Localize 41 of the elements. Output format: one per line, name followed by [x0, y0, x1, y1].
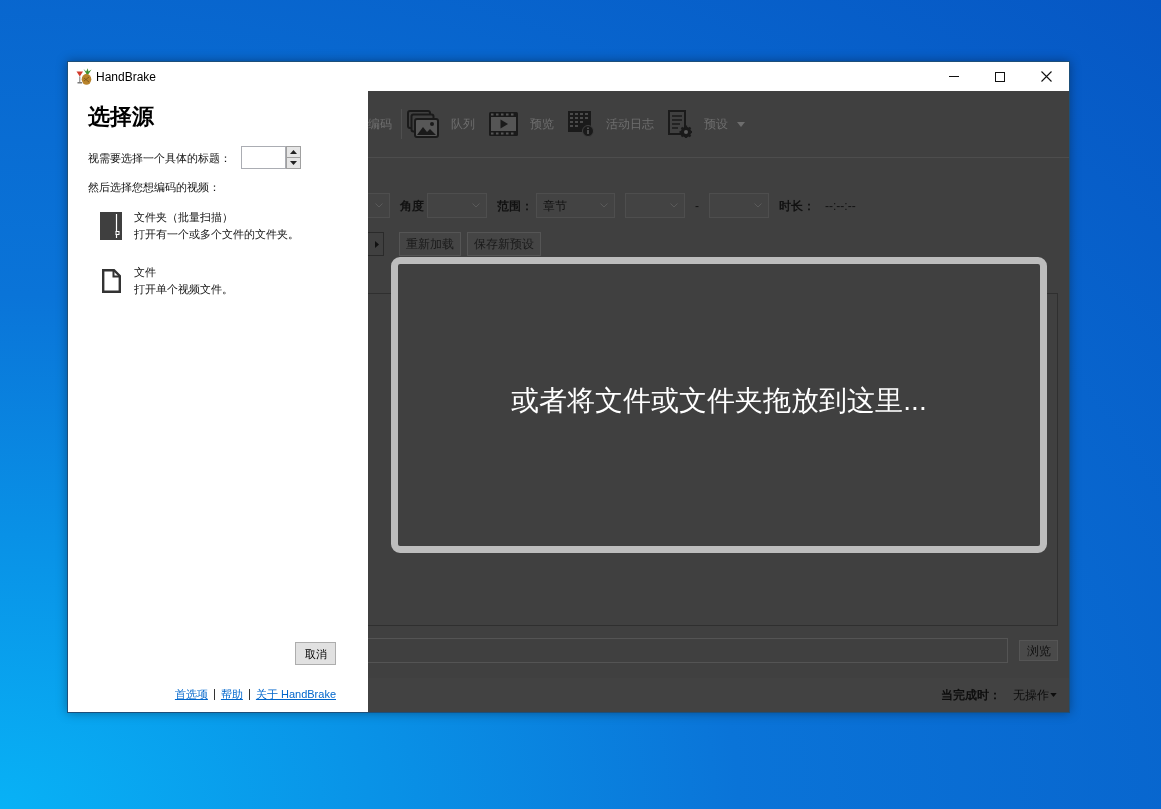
grid-info-icon [568, 111, 594, 137]
caret-down-icon [290, 160, 297, 165]
caret-right-icon [375, 240, 379, 248]
option-title: 文件 [134, 265, 157, 280]
close-icon [1040, 71, 1052, 82]
source-option[interactable]: 文件夹（批量扫描） 打开有一个或多个文件的文件夹。 [100, 209, 336, 243]
caret-up-icon [290, 149, 297, 154]
film-play-icon [489, 112, 518, 136]
footer-link[interactable]: 首选项 [174, 687, 208, 701]
maximize-icon [995, 71, 1005, 82]
dropdown[interactable] [427, 193, 487, 218]
window-title: HandBrake [96, 69, 157, 84]
field-text: --:--:-- [825, 198, 856, 213]
footer-link[interactable]: 帮助 [220, 687, 243, 701]
footer-link[interactable]: 关于 HandBrake [255, 687, 336, 701]
dropdown[interactable] [368, 193, 390, 218]
dropdown[interactable] [625, 193, 685, 218]
spin-up-button[interactable] [286, 146, 301, 158]
cancel-button[interactable]: 取消 [295, 642, 336, 665]
dropdown[interactable] [709, 193, 769, 218]
file-icon [101, 269, 121, 293]
images-icon [407, 110, 439, 138]
option-title: 文件夹（批量扫描） [134, 210, 234, 225]
document-gear-icon [668, 110, 692, 138]
prompt-text: 然后选择您想编码的视频： [88, 180, 221, 194]
zipper-icon [100, 212, 122, 240]
pineapple-drink-icon [76, 68, 92, 85]
option-description: 打开单个视频文件。 [134, 282, 233, 297]
title-label: 视需要选择一个具体的标题： [88, 150, 232, 165]
minimize-icon [949, 76, 959, 77]
field-text: - [695, 198, 699, 213]
arrow-button[interactable] [368, 232, 384, 256]
drop-zone[interactable]: 或者将文件或文件夹拖放到这里... [391, 257, 1047, 553]
caret-down-icon [737, 121, 745, 127]
source-option[interactable]: 文件 打开单个视频文件。 [100, 264, 336, 298]
panel-heading: 选择源 [88, 104, 155, 130]
option-description: 打开有一个或多个文件的文件夹。 [134, 227, 299, 242]
caret-down-icon [1050, 693, 1057, 698]
drop-zone-text: 或者将文件或文件夹拖放到这里... [511, 384, 927, 418]
title-spinner-field[interactable] [241, 146, 286, 169]
destination-field[interactable] [368, 638, 1008, 664]
